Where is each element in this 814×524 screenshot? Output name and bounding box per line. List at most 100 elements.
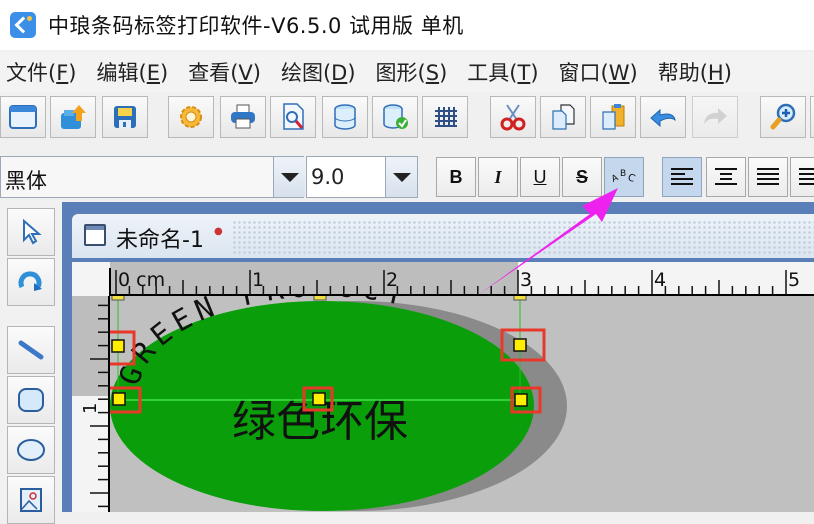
menu-accelerator: V bbox=[238, 61, 253, 85]
image-icon bbox=[20, 488, 42, 512]
undo-button[interactable] bbox=[640, 96, 686, 138]
menu-accelerator: D bbox=[331, 61, 348, 85]
menu-accelerator: H bbox=[707, 61, 724, 85]
paste-icon bbox=[602, 104, 625, 130]
redo-button[interactable] bbox=[692, 96, 738, 138]
image-tool-button[interactable] bbox=[7, 476, 55, 524]
window-title: 中琅条码标签打印软件-V6.5.0 试用版 单机 bbox=[48, 14, 464, 38]
grid-button[interactable] bbox=[422, 96, 468, 138]
open-button[interactable] bbox=[50, 96, 96, 138]
scissors-icon bbox=[500, 104, 526, 131]
arc-text-button[interactable]: ABC bbox=[604, 157, 644, 197]
new-document-button[interactable] bbox=[0, 96, 46, 138]
menu-item-2[interactable]: 查看(V) bbox=[188, 57, 261, 87]
arc-control-handle[interactable] bbox=[312, 392, 326, 406]
window-icon bbox=[9, 105, 37, 129]
preview-magnifier-icon bbox=[283, 103, 304, 130]
menu-accelerator: E bbox=[146, 61, 160, 85]
print-preview-button[interactable] bbox=[270, 96, 316, 138]
menu-label: 工具 bbox=[467, 61, 510, 85]
bold-button[interactable]: B bbox=[436, 157, 476, 197]
menu-item-1[interactable]: 编辑(E) bbox=[97, 57, 169, 87]
toolbar-overflow-button[interactable] bbox=[810, 96, 814, 138]
database-icon bbox=[334, 104, 356, 130]
resize-handle[interactable] bbox=[513, 296, 527, 301]
strikethrough-button[interactable]: S bbox=[562, 157, 602, 197]
ruler-label: 1 bbox=[80, 403, 101, 414]
resize-handle[interactable] bbox=[313, 296, 327, 301]
font-family-value: 黑体 bbox=[5, 169, 47, 193]
menu-item-6[interactable]: 窗口(W) bbox=[559, 57, 638, 87]
menu-label: 查看 bbox=[188, 61, 231, 85]
svg-text:C: C bbox=[626, 172, 636, 185]
ellipse-icon bbox=[17, 439, 45, 461]
gear-icon bbox=[180, 106, 202, 128]
printer-icon bbox=[231, 104, 255, 129]
vertical-ruler: 1 bbox=[72, 296, 110, 512]
document-tab-bar: 未命名-1 ● bbox=[72, 214, 814, 258]
menu-label: 编辑 bbox=[96, 61, 139, 85]
arc-control-handle[interactable] bbox=[111, 339, 125, 353]
line-icon bbox=[18, 340, 44, 360]
floppy-disk-icon bbox=[114, 106, 136, 128]
chevron-down-icon bbox=[392, 172, 411, 182]
align-left-button[interactable] bbox=[662, 157, 702, 197]
undo-arrow-icon bbox=[650, 108, 676, 128]
font-size-dropdown-button[interactable] bbox=[385, 157, 417, 197]
paste-button[interactable] bbox=[590, 96, 636, 138]
resize-handle[interactable] bbox=[111, 296, 125, 301]
copy-button[interactable] bbox=[540, 96, 586, 138]
menu-item-3[interactable]: 绘图(D) bbox=[281, 57, 356, 87]
align-right-icon bbox=[757, 168, 779, 185]
italic-button[interactable]: I bbox=[478, 157, 518, 197]
line-tool-button[interactable] bbox=[7, 326, 55, 374]
modified-indicator-icon: ● bbox=[214, 226, 223, 237]
database-check-icon bbox=[383, 104, 408, 129]
arc-control-handle[interactable] bbox=[514, 393, 528, 407]
print-button[interactable] bbox=[220, 96, 266, 138]
menu-item-4[interactable]: 图形(S) bbox=[376, 57, 448, 87]
font-family-select[interactable]: 黑体 bbox=[0, 156, 305, 198]
align-justify-button[interactable] bbox=[790, 157, 814, 197]
select-tool-button[interactable] bbox=[7, 208, 55, 256]
zoom-in-icon bbox=[770, 103, 796, 130]
ruler-label: 4 bbox=[654, 269, 666, 291]
menu-accelerator: S bbox=[425, 61, 440, 85]
rounded-rect-tool-button[interactable] bbox=[7, 376, 55, 424]
save-button[interactable] bbox=[102, 96, 148, 138]
arc-control-handle[interactable] bbox=[112, 392, 126, 406]
menu-label: 图形 bbox=[375, 61, 418, 85]
align-center-icon bbox=[715, 168, 737, 185]
arc-text-icon: ABC bbox=[610, 169, 636, 185]
grid-icon bbox=[435, 107, 457, 127]
redo-arrow-icon bbox=[704, 108, 727, 124]
underline-button[interactable]: U bbox=[520, 157, 560, 197]
document-tab-title[interactable]: 未命名-1 bbox=[116, 222, 204, 254]
menu-item-7[interactable]: 帮助(H) bbox=[658, 57, 732, 87]
format-toolbar: 黑体 9.0 B I U S ABC bbox=[0, 150, 814, 200]
database-button[interactable] bbox=[322, 96, 368, 138]
align-center-button[interactable] bbox=[706, 157, 746, 197]
ruler-label: 0 cm bbox=[118, 269, 165, 291]
align-justify-icon bbox=[799, 168, 814, 185]
font-size-select[interactable]: 9.0 bbox=[306, 156, 418, 198]
ruler-label: 3 bbox=[520, 269, 532, 291]
arc-control-handle[interactable] bbox=[513, 338, 527, 352]
label-canvas[interactable]: GREEN PRODUCT 绿色环保 bbox=[110, 296, 814, 512]
svg-text:B: B bbox=[620, 169, 626, 179]
zoom-in-button[interactable] bbox=[760, 96, 806, 138]
font-family-dropdown-button[interactable] bbox=[273, 157, 305, 197]
font-size-value: 9.0 bbox=[311, 165, 345, 189]
settings-button[interactable] bbox=[168, 96, 214, 138]
rotate-tool-button[interactable] bbox=[7, 258, 55, 306]
chevron-down-icon bbox=[280, 172, 299, 182]
menu-accelerator: T bbox=[517, 61, 531, 85]
menu-bar: 文件(F) 编辑(E) 查看(V) 绘图(D) 图形(S) 工具(T) 窗口(W) 帮助(H) bbox=[0, 52, 814, 92]
menu-item-0[interactable]: 文件(F) bbox=[6, 57, 77, 87]
menu-item-5[interactable]: 工具(T) bbox=[467, 57, 538, 87]
menu-label: 绘图 bbox=[280, 61, 323, 85]
database-settings-button[interactable] bbox=[372, 96, 418, 138]
ellipse-tool-button[interactable] bbox=[7, 426, 55, 474]
align-right-button[interactable] bbox=[748, 157, 788, 197]
cut-button[interactable] bbox=[490, 96, 536, 138]
